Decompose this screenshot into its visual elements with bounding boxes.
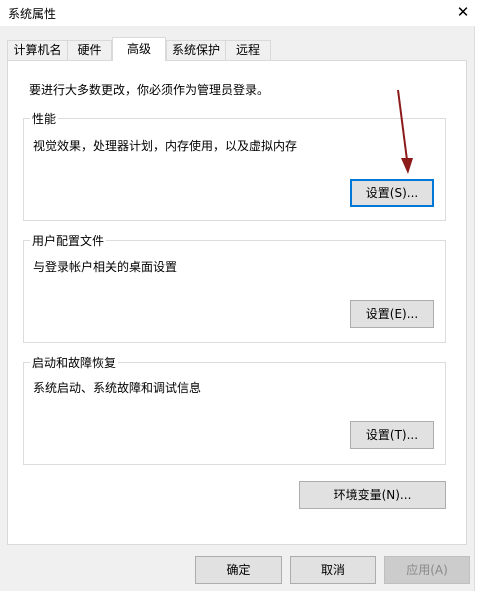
startup-recovery-settings-button[interactable]: 设置(T)... [350,421,434,449]
admin-notice: 要进行大多数更改，你必须作为管理员登录。 [29,83,270,97]
user-profiles-description: 与登录帐户相关的桌面设置 [33,260,178,274]
performance-settings-button[interactable]: 设置(S)... [350,179,434,207]
cancel-button[interactable]: 取消 [290,556,376,584]
user-profiles-settings-button[interactable]: 设置(E)... [350,300,434,328]
tab-advanced[interactable]: 高级 [112,37,166,61]
title-bar [0,0,482,26]
environment-variables-button[interactable]: 环境变量(N)... [299,481,446,509]
annotation-arrow-icon [397,89,413,174]
tab-remote[interactable]: 远程 [225,40,271,61]
startup-recovery-description: 系统启动、系统故障和调试信息 [33,381,202,395]
tab-computer-name[interactable]: 计算机名 [7,40,68,61]
tab-system-protection[interactable]: 系统保护 [166,40,226,61]
close-icon[interactable]: ✕ [452,0,474,26]
startup-recovery-group [23,362,446,465]
window-edge-line [474,26,475,591]
performance-group-title: 性能 [30,110,59,127]
tab-hardware[interactable]: 硬件 [67,40,112,61]
performance-description: 视觉效果，处理器计划，内存使用，以及虚拟内存 [33,139,298,153]
ok-button[interactable]: 确定 [195,556,282,584]
startup-recovery-group-title: 启动和故障恢复 [30,354,119,371]
window-title: 系统属性 [8,7,57,21]
background-window-edge [474,26,482,591]
apply-button[interactable]: 应用(A) [384,556,470,584]
user-profiles-group-title: 用户配置文件 [30,232,107,249]
